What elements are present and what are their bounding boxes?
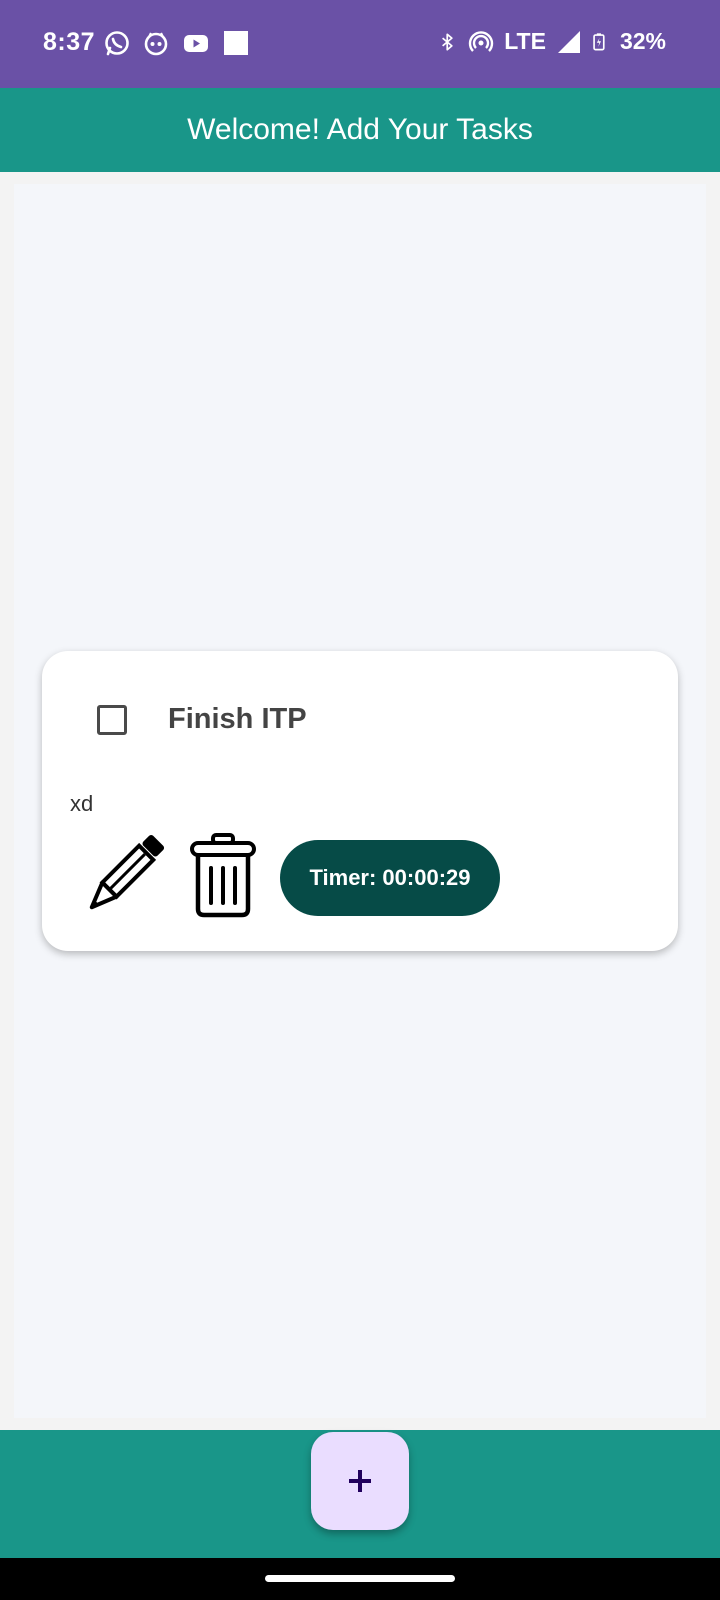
bluetooth-icon (442, 32, 453, 51)
battery-level: 32% (619, 28, 666, 54)
plus-icon (349, 1470, 371, 1492)
task-card: Finish ITP xd Timer: 00:00:29 (42, 651, 678, 951)
add-task-button[interactable] (311, 1432, 409, 1530)
task-complete-checkbox[interactable] (97, 705, 127, 735)
timer-button[interactable]: Timer: 00:00:29 (280, 840, 500, 916)
youtube-icon (184, 35, 208, 52)
home-gesture-handle[interactable] (265, 1575, 455, 1582)
app-bar: Welcome! Add Your Tasks (0, 88, 720, 172)
task-description: xd (70, 791, 94, 816)
network-type: LTE (504, 28, 546, 54)
status-bar: 8:37 LTE 32% (0, 0, 720, 88)
task-title: Finish ITP (168, 703, 307, 735)
square-icon (224, 31, 248, 55)
hotspot-icon (469, 30, 494, 52)
trash-icon[interactable] (188, 833, 258, 919)
notification-icon (144, 32, 168, 56)
whatsapp-icon (105, 31, 129, 56)
status-notification-icons (104, 30, 249, 56)
pencil-icon[interactable] (82, 831, 168, 917)
battery-charging-icon (593, 32, 605, 50)
status-system-icons: LTE 32% (438, 28, 666, 55)
app-title: Welcome! Add Your Tasks (187, 113, 533, 146)
signal-icon (557, 30, 580, 53)
status-time: 8:37 (43, 28, 96, 56)
timer-label: Timer: 00:00:29 (309, 865, 471, 890)
